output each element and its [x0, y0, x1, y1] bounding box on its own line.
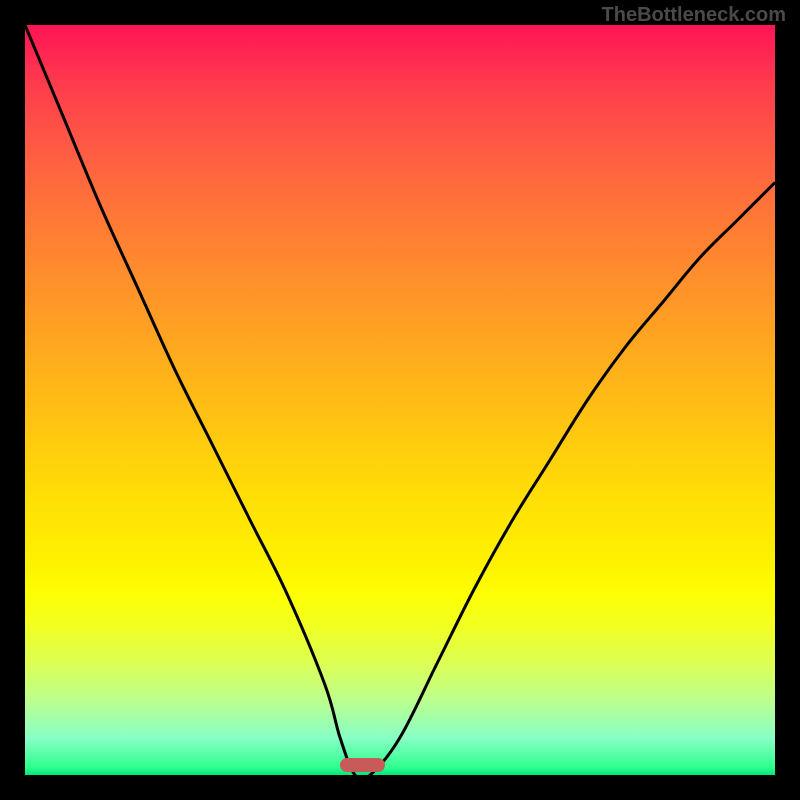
watermark-text: TheBottleneck.com	[602, 4, 786, 27]
bottleneck-curve	[25, 25, 775, 775]
optimal-range-marker	[340, 758, 385, 772]
chart-plot-area	[25, 25, 775, 775]
